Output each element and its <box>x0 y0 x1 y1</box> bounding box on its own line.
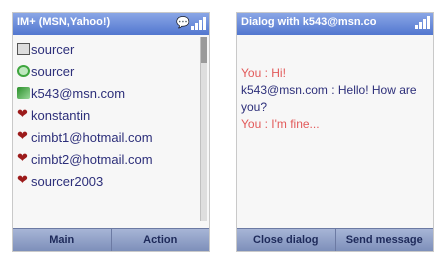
contact-item[interactable]: konstantin <box>17 106 199 123</box>
send-message-softkey[interactable]: Send message <box>334 229 434 251</box>
contact-name: cimbt1@hotmail.com <box>31 129 153 145</box>
sent-message: You : I'm fine... <box>241 117 320 131</box>
dialog-screen: Dialog with k543@msn.co You : Hi! k543@m… <box>236 12 434 252</box>
contact-item[interactable]: sourcer <box>17 41 199 57</box>
status-icons <box>415 16 430 29</box>
contact-name: sourcer <box>31 41 75 57</box>
softkey-bar: Main Action <box>13 228 209 251</box>
status-icons: 💬 <box>176 16 206 30</box>
sent-message: You : Hi! <box>241 66 286 80</box>
heart-icon <box>17 172 30 188</box>
scrollbar[interactable] <box>200 37 207 221</box>
signal-strength-icon <box>415 16 430 29</box>
received-message: k543@msn.com : Hello! How are you? <box>241 83 417 114</box>
msn-online-icon <box>17 87 30 99</box>
softkey-bar: Close dialog Send message <box>237 228 433 251</box>
contact-name: sourcer <box>31 63 75 79</box>
email-icon <box>17 43 30 55</box>
contact-name: k543@msn.com <box>31 85 126 101</box>
contact-name: cimbt2@hotmail.com <box>31 151 153 167</box>
contact-item[interactable]: sourcer <box>17 63 199 79</box>
main-softkey[interactable]: Main <box>13 229 111 251</box>
title-bar: Dialog with k543@msn.co <box>237 13 433 35</box>
close-dialog-softkey[interactable]: Close dialog <box>237 229 335 251</box>
message-history: You : Hi! k543@msn.com : Hello! How are … <box>241 65 421 133</box>
action-softkey[interactable]: Action <box>110 229 210 251</box>
contact-item[interactable]: cimbt1@hotmail.com <box>17 128 199 145</box>
contact-item[interactable]: cimbt2@hotmail.com <box>17 150 199 167</box>
signal-strength-icon <box>191 17 206 30</box>
screen-title: Dialog with k543@msn.co <box>241 16 377 28</box>
contact-list-screen: IM+ (MSN,Yahoo!) 💬 sourcer sourcer k543@… <box>12 12 210 252</box>
scrollbar-thumb[interactable] <box>201 37 207 63</box>
screen-title: IM+ (MSN,Yahoo!) <box>17 16 111 28</box>
contact-name: sourcer2003 <box>31 173 104 189</box>
contact-name: konstantin <box>31 107 91 123</box>
title-bar: IM+ (MSN,Yahoo!) 💬 <box>13 13 209 35</box>
contact-list: sourcer sourcer k543@msn.com konstantin … <box>17 41 199 195</box>
heart-icon <box>17 106 30 122</box>
heart-icon <box>17 128 30 144</box>
chat-icon: 💬 <box>176 17 190 29</box>
contact-item[interactable]: k543@msn.com <box>17 85 199 101</box>
heart-icon <box>17 150 30 166</box>
msn-icon <box>17 65 30 77</box>
contact-item[interactable]: sourcer2003 <box>17 172 199 189</box>
